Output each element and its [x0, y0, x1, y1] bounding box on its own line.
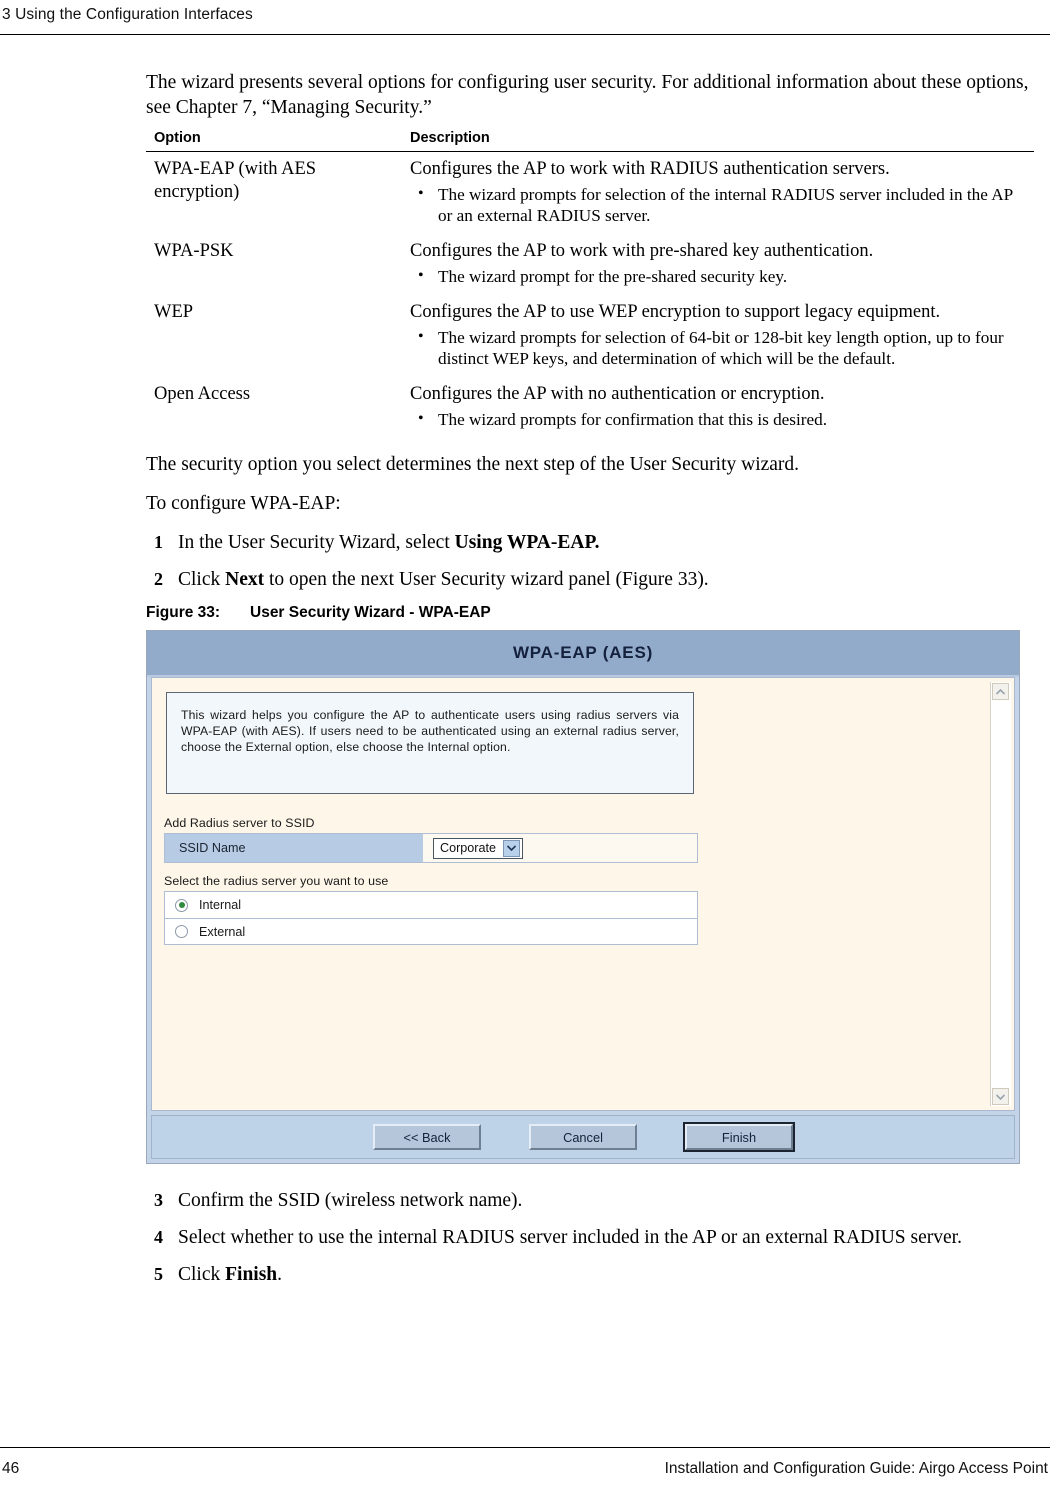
- chevron-down-icon[interactable]: [992, 1088, 1009, 1105]
- intro-paragraph: The wizard presents several options for …: [146, 72, 1029, 118]
- cancel-button[interactable]: Cancel: [529, 1124, 637, 1150]
- description-lead: Configures the AP to use WEP encryption …: [410, 302, 941, 322]
- ssid-group-label: Add Radius server to SSID: [164, 816, 315, 830]
- list-item: 2 Click Next to open the next User Securi…: [146, 567, 1034, 592]
- step-number: 2: [154, 569, 163, 589]
- option-description: Configures the AP to work with RADIUS au…: [404, 151, 1034, 234]
- table-body: WPA-EAP (with AES encryption) Configures…: [146, 151, 1034, 439]
- radius-group-label: Select the radius server you want to use: [164, 874, 389, 888]
- table-row: Open Access Configures the AP with no au…: [146, 377, 1034, 438]
- figure-caption-label: Figure 33:: [146, 604, 221, 621]
- page-footer: 46 Installation and Configuration Guide:…: [0, 1456, 1048, 1482]
- figure-caption-title: User Security Wizard - WPA-EAP: [250, 604, 491, 621]
- description-bullets: The wizard prompts for selection of the …: [410, 183, 1030, 226]
- step-text: Select whether to use the internal RADIU…: [178, 1227, 962, 1248]
- step-text: Click: [178, 1264, 226, 1285]
- step-bold-text: Next: [225, 569, 265, 590]
- step-number: 5: [154, 1264, 163, 1284]
- header-divider: [0, 34, 1050, 35]
- ssid-name-row: SSID Name Corporate: [164, 833, 698, 863]
- wizard-titlebar: WPA-EAP (AES): [147, 631, 1019, 677]
- column-header-option: Option: [154, 130, 201, 146]
- running-header-text: 3 Using the Configuration Interfaces: [2, 6, 253, 23]
- table-row: WPA-EAP (with AES encryption) Configures…: [146, 151, 1034, 234]
- description-bullets: The wizard prompts for selection of 64-b…: [410, 326, 1030, 369]
- list-item: 1 In the User Security Wizard, select Usi…: [146, 530, 1034, 555]
- option-name: WPA-EAP (with AES encryption): [146, 151, 404, 234]
- bullet-item: The wizard prompts for confirmation that…: [410, 408, 1030, 430]
- post-table-paragraph: The security option you select determine…: [146, 454, 800, 475]
- option-name: WEP: [154, 302, 194, 322]
- radio-label-external: External: [199, 924, 246, 939]
- option-description: Configures the AP with no authentication…: [404, 377, 1034, 438]
- radio-unselected-icon[interactable]: [175, 925, 188, 938]
- description-bullets: The wizard prompt for the pre-shared sec…: [410, 265, 1030, 287]
- radius-server-group: Select the radius server you want to use…: [164, 874, 698, 945]
- list-item: 5 Click Finish.: [146, 1262, 1034, 1287]
- guide-title: Installation and Configuration Guide: Ai…: [664, 1460, 1048, 1477]
- step-text-tail: to open the next User Security wizard pa…: [264, 569, 709, 590]
- step-text: Confirm the SSID (wireless network name)…: [178, 1190, 523, 1211]
- wizard-instruction-text: This wizard helps you configure the AP t…: [181, 708, 679, 754]
- column-header-description: Description: [410, 130, 490, 146]
- option-name: WPA-PSK: [154, 241, 234, 261]
- radio-selected-icon[interactable]: [175, 898, 188, 912]
- wizard-body: This wizard helps you configure the AP t…: [151, 677, 1015, 1111]
- finish-button[interactable]: Finish: [683, 1122, 795, 1152]
- page-number: 46: [2, 1460, 20, 1477]
- radio-option-external[interactable]: External: [164, 918, 698, 945]
- description-bullets: The wizard prompts for confirmation that…: [410, 408, 1030, 430]
- table-header-row: Option Description: [146, 128, 1034, 152]
- step-text: In the User Security Wizard, select: [178, 532, 455, 553]
- chevron-up-icon[interactable]: [992, 683, 1009, 700]
- description-lead: Configures the AP with no authentication…: [410, 384, 825, 404]
- step-bold-text: Finish: [225, 1264, 278, 1285]
- radio-option-internal[interactable]: Internal: [164, 891, 698, 918]
- ssid-select-value: Corporate: [440, 841, 497, 855]
- configure-lead-in: To configure WPA-EAP:: [146, 493, 341, 514]
- step-text-tail: .: [277, 1264, 283, 1285]
- option-description: Configures the AP to work with pre-share…: [404, 234, 1034, 295]
- table-row: WPA-PSK Configures the AP to work with p…: [146, 234, 1034, 295]
- back-button[interactable]: << Back: [373, 1124, 481, 1150]
- steps-list-before-figure: 1 In the User Security Wizard, select Usi…: [146, 530, 1034, 592]
- security-options-table: Option Description WPA-EAP (with AES enc…: [146, 128, 1034, 438]
- bullet-item: The wizard prompts for selection of the …: [410, 183, 1030, 226]
- step-number: 4: [154, 1227, 163, 1247]
- option-description: Configures the AP to use WEP encryption …: [404, 295, 1034, 377]
- footer-divider: [0, 1447, 1050, 1448]
- description-lead: Configures the AP to work with pre-share…: [410, 241, 874, 261]
- chevron-down-icon[interactable]: [503, 839, 521, 857]
- list-item: 4 Select whether to use the internal RADI…: [146, 1225, 1034, 1250]
- step-number: 1: [154, 532, 163, 552]
- table-row: WEP Configures the AP to use WEP encrypt…: [146, 295, 1034, 377]
- description-lead: Configures the AP to work with RADIUS au…: [410, 159, 890, 179]
- option-name: Open Access: [154, 384, 251, 404]
- ssid-field-group: Add Radius server to SSID SSID Name Corp…: [164, 816, 698, 863]
- wizard-screenshot: WPA-EAP (AES) This wizard helps you conf…: [146, 630, 1020, 1164]
- radio-label-internal: Internal: [199, 898, 242, 912]
- ssid-name-label: SSID Name: [165, 834, 423, 862]
- wizard-vertical-scrollbar[interactable]: [990, 682, 1011, 1106]
- wizard-button-bar: << Back Cancel Finish: [151, 1115, 1015, 1159]
- page-content: The wizard presents several options for …: [146, 70, 1034, 1299]
- radio-dot: [178, 902, 185, 908]
- bullet-item: The wizard prompt for the pre-shared sec…: [410, 265, 1030, 287]
- step-number: 3: [154, 1190, 163, 1210]
- step-text: Click: [178, 569, 226, 590]
- ssid-select[interactable]: Corporate: [433, 837, 523, 859]
- figure-caption: Figure 33: User Security Wizard - WPA-EAP: [146, 604, 1034, 622]
- steps-list-after-figure: 3 Confirm the SSID (wireless network name…: [146, 1188, 1034, 1287]
- list-item: 3 Confirm the SSID (wireless network name…: [146, 1188, 1034, 1213]
- step-bold-text: Using WPA-EAP.: [454, 532, 600, 553]
- wizard-instruction-box: This wizard helps you configure the AP t…: [166, 692, 694, 794]
- bullet-item: The wizard prompts for selection of 64-b…: [410, 326, 1030, 369]
- wizard-title: WPA-EAP (AES): [512, 643, 654, 662]
